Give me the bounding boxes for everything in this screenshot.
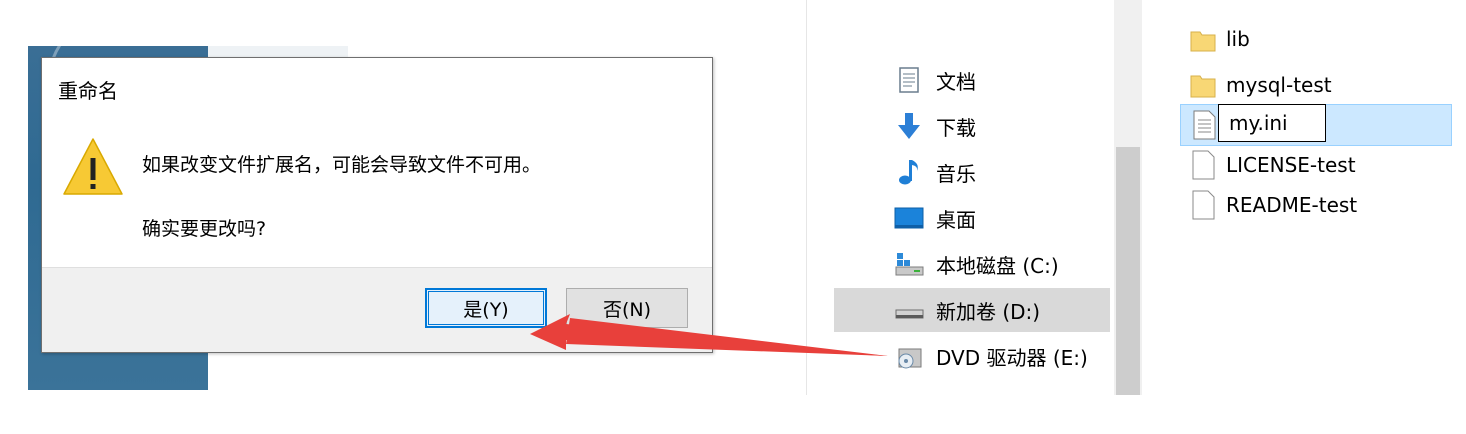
no-button[interactable]: 否(N) bbox=[566, 288, 688, 328]
file-name: mysql-test bbox=[1226, 73, 1332, 97]
nav-item-downloads[interactable]: 下载 bbox=[834, 104, 1110, 148]
pane-divider bbox=[806, 0, 807, 395]
drive-icon bbox=[895, 309, 924, 319]
nav-item-drive-c[interactable]: 本地磁盘 (C:) bbox=[834, 242, 1110, 286]
nav-item-cut-off[interactable]: ​ bbox=[834, 382, 1110, 396]
nav-label: DVD 驱动器 (E:) bbox=[936, 345, 1088, 370]
download-icon bbox=[898, 113, 920, 139]
file-row-lib[interactable]: lib bbox=[1180, 20, 1250, 58]
nav-label: 音乐 bbox=[936, 161, 976, 186]
nav-label: 文档 bbox=[936, 69, 976, 94]
file-row-mysql-test[interactable]: mysql-test bbox=[1180, 66, 1332, 104]
nav-item-music[interactable]: 音乐 bbox=[834, 150, 1110, 194]
file-name: README-test bbox=[1226, 193, 1358, 217]
folder-icon bbox=[1190, 31, 1216, 52]
rename-dialog: 重命名 如果改变文件扩展名，可能会导致文件不可用。 确实要更改吗? 是(Y) 否… bbox=[41, 57, 713, 353]
dialog-message: 如果改变文件扩展名，可能会导致文件不可用。 bbox=[142, 154, 542, 176]
nav-label: 下载 bbox=[936, 115, 976, 140]
dialog-title: 重命名 bbox=[58, 79, 118, 103]
nav-item-desktop[interactable]: 桌面 bbox=[834, 196, 1110, 240]
file-icon bbox=[1192, 190, 1215, 220]
yes-button[interactable]: 是(Y) bbox=[425, 288, 547, 328]
desktop-icon bbox=[894, 207, 924, 229]
nav-item-documents[interactable]: 文档 bbox=[834, 58, 1110, 102]
file-row-license[interactable]: LICENSE-test bbox=[1180, 146, 1356, 184]
dialog-footer: 是(Y) 否(N) bbox=[42, 267, 712, 352]
folder-icon bbox=[1190, 75, 1216, 98]
file-icon bbox=[1192, 150, 1215, 180]
music-icon bbox=[899, 160, 918, 185]
rename-input[interactable]: my.ini bbox=[1218, 104, 1326, 142]
drive-c-icon bbox=[895, 253, 924, 276]
nav-label: 新加卷 (D:) bbox=[936, 299, 1041, 324]
file-name: LICENSE-test bbox=[1226, 153, 1356, 177]
document-icon bbox=[899, 67, 919, 93]
dialog-question: 确实要更改吗? bbox=[142, 218, 267, 240]
file-row-readme[interactable]: README-test bbox=[1180, 186, 1357, 224]
dvd-icon bbox=[898, 348, 922, 369]
nav-label: 本地磁盘 (C:) bbox=[936, 253, 1059, 278]
file-name: lib bbox=[1226, 27, 1250, 51]
navigation-pane: 文档 下载 音乐 桌面 本地磁盘 (C:) 新加卷 (D:) DVD 驱动器 (… bbox=[834, 56, 1114, 396]
nav-item-dvd-drive[interactable]: DVD 驱动器 (E:) bbox=[834, 334, 1110, 378]
ini-file-icon bbox=[1193, 110, 1216, 140]
nav-label: 桌面 bbox=[936, 207, 976, 232]
nav-item-drive-d[interactable]: 新加卷 (D:) bbox=[834, 288, 1110, 332]
warning-icon bbox=[63, 138, 123, 195]
nav-scrollbar-thumb[interactable] bbox=[1116, 147, 1140, 395]
